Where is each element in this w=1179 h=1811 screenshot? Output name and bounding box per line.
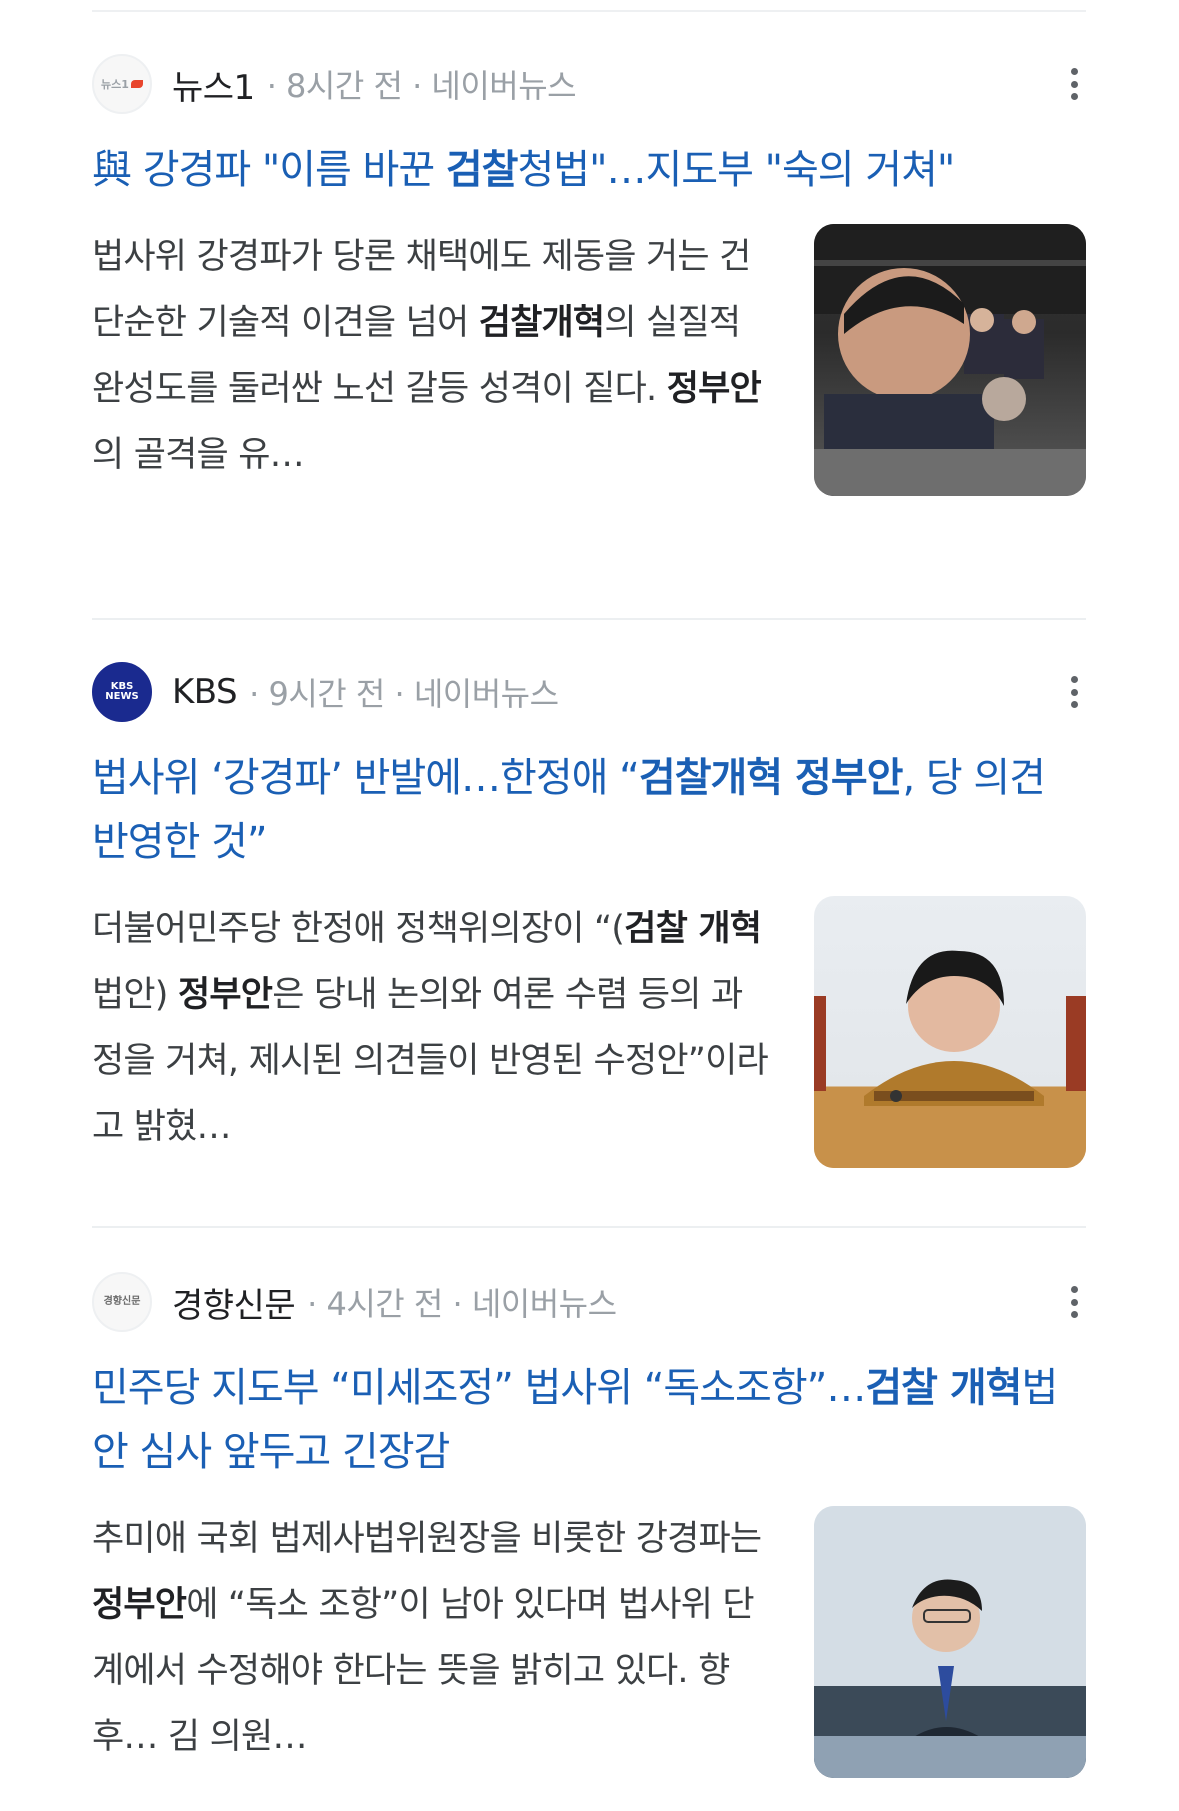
news-card[interactable]: KBS NEWS KBS · 9시간 전 · 네이버뉴스 법사위 ‘강경파’ 반… xyxy=(92,660,1086,1168)
highlighted-keyword: 검찰개혁 xyxy=(478,303,605,343)
text-segment: 與 강경파 "이름 바꾼 xyxy=(92,147,446,193)
highlighted-keyword: 정부안 xyxy=(177,975,273,1015)
news1-logo-text: 뉴스1 xyxy=(101,77,129,91)
article-headline[interactable]: 민주당 지도부 “미세조정” 법사위 “독소조항”…검찰 개혁법안 심사 앞두고… xyxy=(92,1356,1082,1484)
article-body: 추미애 국회 법제사법위원장을 비롯한 강경파는 정부안에 “독소 조항”이 남… xyxy=(92,1506,1086,1778)
article-snippet: 법사위 강경파가 당론 채택에도 제동을 거는 건 단순한 기술적 이견을 넘어… xyxy=(92,224,772,496)
source-name[interactable]: 경향신문 xyxy=(172,1278,296,1327)
news-card[interactable]: 경향신문 경향신문 · 4시간 전 · 네이버뉴스 민주당 지도부 “미세조정”… xyxy=(92,1270,1086,1778)
article-thumbnail[interactable] xyxy=(814,896,1086,1168)
kyunghyang-logo-text: 경향신문 xyxy=(103,1296,141,1307)
highlighted-keyword: 정부안 xyxy=(92,1585,187,1625)
source-row: 뉴스1 뉴스1 · 8시간 전 · 네이버뉴스 xyxy=(92,52,1086,116)
politician-photo-icon xyxy=(814,224,1086,496)
highlighted-keyword: 검찰 개혁 xyxy=(865,1365,1022,1411)
more-options-icon[interactable] xyxy=(1062,62,1086,106)
card-divider xyxy=(92,618,1086,620)
article-thumbnail[interactable] xyxy=(814,1506,1086,1778)
news-card[interactable]: 뉴스1 뉴스1 · 8시간 전 · 네이버뉴스 與 강경파 "이름 바꾼 검찰청… xyxy=(92,52,1086,496)
source-row: KBS NEWS KBS · 9시간 전 · 네이버뉴스 xyxy=(92,660,1086,724)
news1-logo-icon: 뉴스1 xyxy=(92,54,152,114)
text-segment: 청법"…지도부 "숙의 거쳐" xyxy=(517,147,955,193)
article-headline[interactable]: 법사위 ‘강경파’ 반발에…한정애 “검찰개혁 정부안, 당 의견 반영한 것” xyxy=(92,746,1082,874)
kbs-logo-text: KBS NEWS xyxy=(105,681,139,702)
kyunghyang-logo-icon: 경향신문 xyxy=(92,1272,152,1332)
article-thumbnail[interactable] xyxy=(814,224,1086,496)
text-segment: 법안) xyxy=(92,975,178,1015)
source-name[interactable]: KBS xyxy=(172,672,238,712)
speaker-photo-icon xyxy=(814,950,1086,1168)
article-meta: · 4시간 전 · 네이버뉴스 xyxy=(307,1285,617,1323)
source-row: 경향신문 경향신문 · 4시간 전 · 네이버뉴스 xyxy=(92,1270,1086,1334)
text-segment: 법사위 ‘강경파’ 반발에…한정애 “ xyxy=(92,755,640,801)
highlighted-keyword: 검찰개혁 정부안 xyxy=(638,755,904,801)
highlighted-keyword: 정부안 xyxy=(666,369,762,409)
card-divider xyxy=(92,1226,1086,1228)
more-options-icon[interactable] xyxy=(1062,670,1086,714)
official-photo-icon xyxy=(814,1506,1086,1778)
text-segment: 민주당 지도부 “미세조정” 법사위 “독소조항”… xyxy=(92,1365,866,1411)
news-results-page: 뉴스1 뉴스1 · 8시간 전 · 네이버뉴스 與 강경파 "이름 바꾼 검찰청… xyxy=(0,0,1179,1811)
highlighted-keyword: 검찰 xyxy=(445,147,519,193)
article-snippet: 추미애 국회 법제사법위원장을 비롯한 강경파는 정부안에 “독소 조항”이 남… xyxy=(92,1506,772,1778)
source-name[interactable]: 뉴스1 xyxy=(172,60,255,109)
text-segment: 더불어민주당 한정애 정책위의장이 “( xyxy=(92,909,625,949)
article-snippet: 더불어민주당 한정애 정책위의장이 “(검찰 개혁 법안) 정부안은 당내 논의… xyxy=(92,896,772,1168)
text-segment: 의 골격을 유… xyxy=(92,435,305,475)
text-segment: 에 “독소 조항”이 남아 있다며 법사위 단계에서 수정해야 한다는 뜻을 밝… xyxy=(92,1585,755,1757)
highlighted-keyword: 검찰 개혁 xyxy=(624,909,762,949)
article-meta: · 9시간 전 · 네이버뉴스 xyxy=(249,675,559,713)
article-body: 더불어민주당 한정애 정책위의장이 “(검찰 개혁 법안) 정부안은 당내 논의… xyxy=(92,896,1086,1168)
article-headline[interactable]: 與 강경파 "이름 바꾼 검찰청법"…지도부 "숙의 거쳐" xyxy=(92,138,1082,202)
more-options-icon[interactable] xyxy=(1062,1280,1086,1324)
article-body: 법사위 강경파가 당론 채택에도 제동을 거는 건 단순한 기술적 이견을 넘어… xyxy=(92,224,1086,496)
article-meta: · 8시간 전 · 네이버뉴스 xyxy=(266,67,577,105)
top-divider xyxy=(92,10,1086,12)
text-segment: 추미애 국회 법제사법위원장을 비롯한 강경파는 xyxy=(92,1519,762,1559)
kbs-logo-icon: KBS NEWS xyxy=(92,662,152,722)
